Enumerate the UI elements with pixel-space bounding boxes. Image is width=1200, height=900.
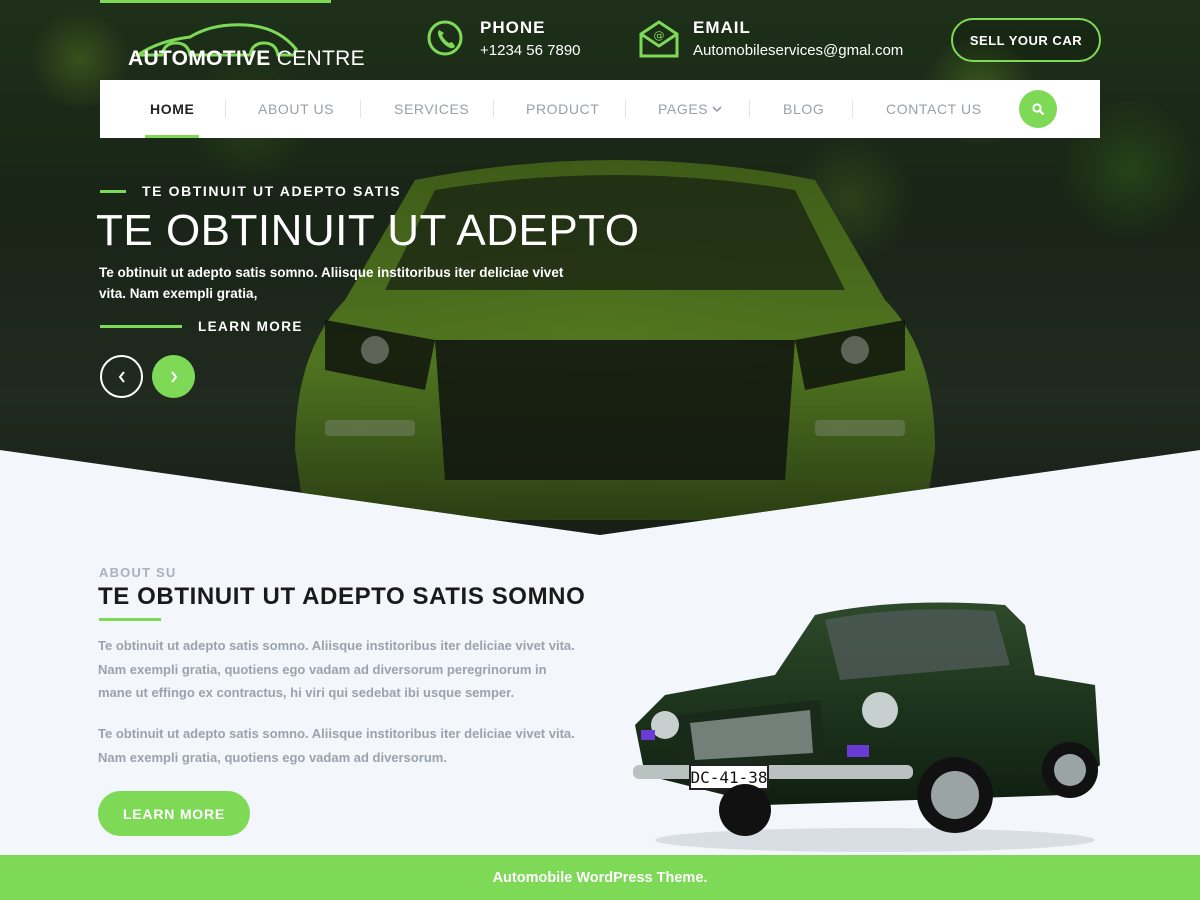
svg-text:@: @ — [654, 29, 665, 42]
site-footer: Automobile WordPress Theme. — [0, 855, 1200, 900]
hero-learn-more-line — [100, 325, 182, 328]
phone-icon — [427, 20, 463, 56]
nav-item-pages[interactable]: PAGES — [658, 80, 722, 138]
chevron-down-icon — [712, 106, 722, 113]
nav-separator — [493, 100, 494, 118]
about-paragraph-1: Te obtinuit ut adepto satis somno. Aliis… — [98, 638, 575, 700]
slider-prev-button[interactable] — [100, 355, 143, 398]
nav-item-home[interactable]: HOME — [144, 80, 200, 138]
nav-separator — [749, 100, 750, 118]
about-kicker: ABOUT SU — [99, 565, 177, 580]
logo-accent-bar — [100, 0, 331, 3]
search-icon — [1032, 103, 1044, 115]
nav-item-services[interactable]: SERVICES — [394, 80, 469, 138]
mail-icon: @ — [639, 20, 679, 58]
nav-item-pages-label: PAGES — [658, 101, 709, 117]
nav-item-blog[interactable]: BLOG — [783, 80, 824, 138]
chevron-right-icon — [170, 370, 177, 383]
email-value[interactable]: Automobileservices@gmal.com — [693, 42, 903, 59]
hero-description: Te obtinuit ut adepto satis somno. Aliis… — [99, 265, 564, 301]
phone-value[interactable]: +1234 56 7890 — [480, 42, 581, 59]
nav-separator — [625, 100, 626, 118]
slider-next-button[interactable] — [152, 355, 195, 398]
nav-separator — [225, 100, 226, 118]
search-button[interactable] — [1019, 90, 1057, 128]
hero-kicker-dash — [100, 189, 126, 193]
phone-label: PHONE — [480, 18, 546, 37]
nav-item-product[interactable]: PRODUCT — [526, 80, 599, 138]
about-paragraph-2: Te obtinuit ut adepto satis somno. Aliis… — [98, 726, 575, 765]
nav-separator — [852, 100, 853, 118]
chevron-left-icon — [118, 370, 125, 383]
footer-text[interactable]: Automobile WordPress Theme. — [493, 870, 708, 886]
hero-learn-more-label: LEARN MORE — [198, 319, 303, 334]
hero-kicker: TE OBTINUIT UT ADEPTO SATIS — [100, 183, 401, 199]
sell-your-car-button[interactable]: SELL YOUR CAR — [951, 18, 1101, 62]
hero-kicker-text: TE OBTINUIT UT ADEPTO SATIS — [142, 183, 402, 199]
phone-contact: PHONE +1234 56 7890 — [426, 18, 581, 59]
email-contact: @ EMAIL Automobileservices@gmal.com — [639, 18, 903, 59]
logo-light-text: CENTRE — [276, 47, 365, 70]
main-navigation: HOME ABOUT US SERVICES PRODUCT PAGES BLO… — [100, 80, 1100, 138]
about-title: TE OBTINUIT UT ADEPTO SATIS SOMNO — [98, 583, 586, 610]
hero-learn-more-link[interactable]: LEARN MORE — [100, 319, 303, 334]
nav-separator — [360, 100, 361, 118]
nav-item-about-us[interactable]: ABOUT US — [258, 80, 334, 138]
logo-bold-text: AUTOMOTIVE — [128, 47, 271, 70]
hero-title: TE OBTINUIT UT ADEPTO — [96, 206, 640, 255]
about-learn-more-button[interactable]: LEARN MORE — [98, 791, 250, 836]
nav-item-contact-us[interactable]: CONTACT US — [886, 80, 982, 138]
email-label: EMAIL — [693, 18, 751, 37]
about-title-underline — [99, 618, 161, 621]
logo-wordmark[interactable]: AUTOMOTIVE CENTRE — [128, 47, 365, 71]
classic-car-image: DC-41-38 — [633, 602, 1100, 852]
license-plate: DC-41-38 — [690, 768, 767, 787]
